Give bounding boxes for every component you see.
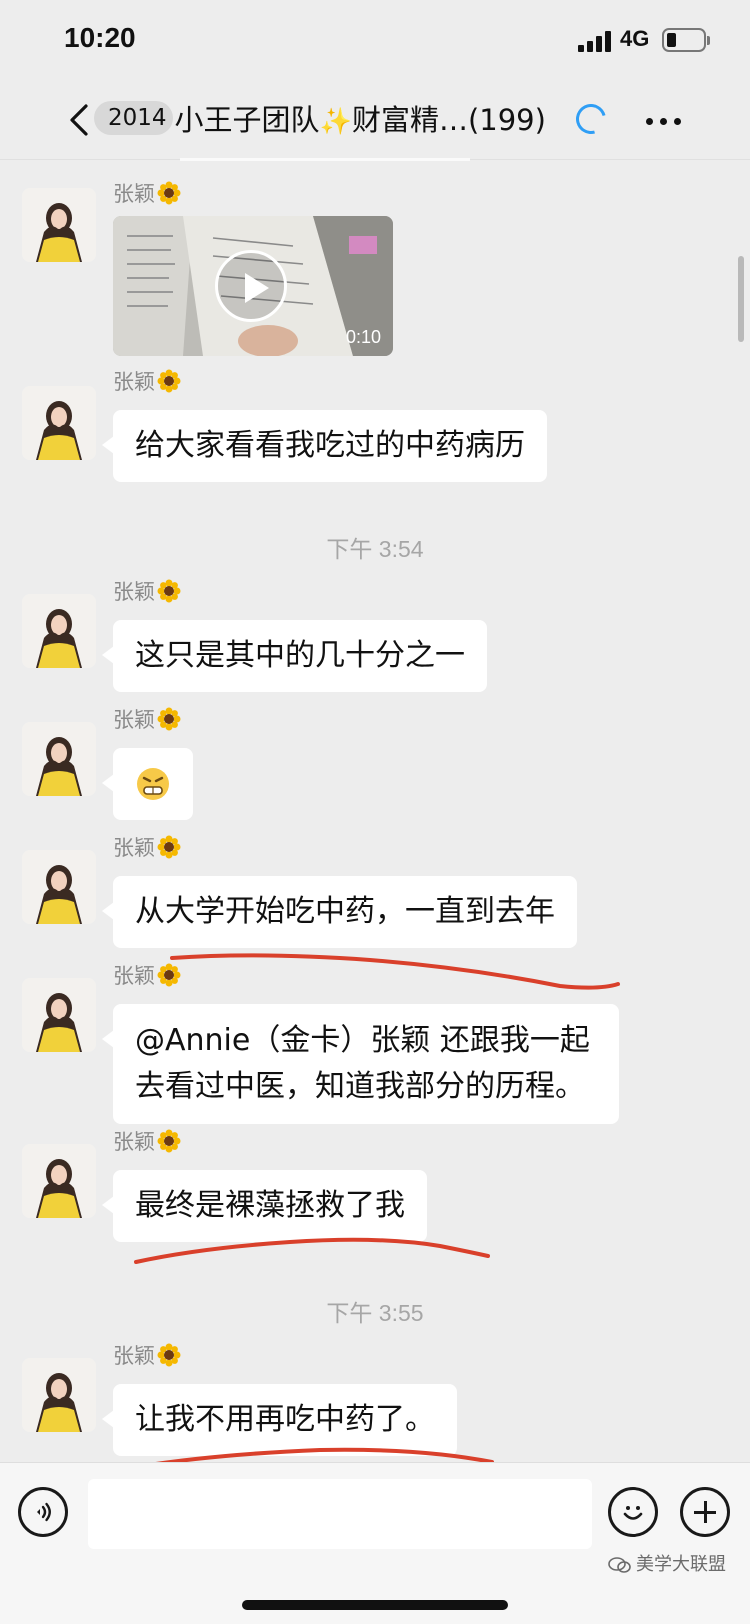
avatar-image (22, 1144, 96, 1218)
message-bubble[interactable]: 给大家看看我吃过的中药病历 (102, 410, 547, 482)
sender-name: 张颖 (113, 366, 181, 398)
emoji-button[interactable] (608, 1487, 658, 1537)
network-type: 4G (620, 26, 650, 51)
message-input[interactable] (88, 1479, 592, 1549)
watermark: 美学大联盟 (608, 1550, 726, 1576)
divider (180, 158, 470, 161)
sender-name: 张颖 (113, 832, 181, 864)
sunflower-icon (157, 707, 181, 736)
chevron-left-icon (70, 104, 88, 136)
video-message[interactable]: 0:10 (113, 216, 393, 356)
chat-title[interactable]: 2014 小王子团队✨财富精…(199) (94, 94, 546, 142)
message-bubble[interactable]: 这只是其中的几十分之一 (102, 620, 487, 692)
sender-name: 张颖 (113, 960, 181, 992)
sunflower-icon (157, 835, 181, 864)
smiley-icon (623, 1506, 643, 1520)
battery-icon (662, 28, 710, 52)
message-bubble[interactable]: @Annie（金卡）张颖 还跟我一起去看过中医，知道我部分的历程。 (102, 1004, 619, 1124)
sparkles-icon: ✨ (319, 107, 352, 137)
avatar-image (22, 188, 96, 262)
loading-spinner-icon (570, 98, 612, 140)
timestamp: 下午 3:55 (326, 1300, 424, 1326)
avatar-image (22, 386, 96, 460)
unread-count-badge: 2014 (94, 101, 173, 135)
avatar[interactable] (22, 722, 96, 796)
play-icon[interactable] (215, 250, 287, 322)
avatar[interactable] (22, 594, 96, 668)
avatar[interactable] (22, 188, 96, 262)
avatar-image (22, 1358, 96, 1432)
underline-1 (170, 953, 620, 990)
home-indicator[interactable] (242, 1600, 508, 1610)
chat-header: 2014 小王子团队✨财富精…(199) (0, 80, 750, 160)
message-bubble[interactable] (102, 748, 193, 820)
more-options-button[interactable] (646, 118, 682, 126)
avatar[interactable] (22, 386, 96, 460)
video-duration: 0:10 (345, 327, 381, 347)
status-time: 10:20 (64, 22, 136, 53)
sunflower-icon (157, 369, 181, 398)
sunflower-icon (157, 1343, 181, 1372)
sunflower-icon (157, 963, 181, 992)
back-button[interactable] (66, 102, 92, 138)
sender-name: 张颖 (113, 178, 181, 210)
voice-icon (37, 1502, 51, 1522)
scrollbar[interactable] (738, 256, 744, 342)
avatar-image (22, 850, 96, 924)
grimace-emoji-icon (137, 768, 169, 800)
group-name-main: 小王子团队 (174, 103, 320, 137)
timestamp: 下午 3:54 (326, 536, 424, 562)
group-name: 小王子团队✨财富精…(199) (175, 97, 546, 139)
avatar-image (22, 722, 96, 796)
sunflower-icon (157, 1129, 181, 1158)
sender-name: 张颖 (113, 576, 181, 608)
voice-input-button[interactable] (18, 1487, 68, 1537)
avatar[interactable] (22, 850, 96, 924)
sender-name: 张颖 (113, 1340, 181, 1372)
sunflower-icon (157, 181, 181, 210)
signal-icon (578, 30, 612, 52)
sunflower-icon (157, 579, 181, 608)
message-bubble[interactable]: 从大学开始吃中药，一直到去年 (102, 876, 577, 948)
sender-name: 张颖 (113, 1126, 181, 1158)
avatar[interactable] (22, 1358, 96, 1432)
message-bubble[interactable]: 让我不用再吃中药了。 (102, 1384, 457, 1456)
avatar-image (22, 594, 96, 668)
wechat-icon (608, 1557, 631, 1573)
underline-2 (134, 1237, 490, 1264)
avatar[interactable] (22, 1144, 96, 1218)
sender-name: 张颖 (113, 704, 181, 736)
group-name-tail: 财富精…(199) (351, 103, 546, 137)
more-actions-button[interactable] (680, 1487, 730, 1537)
avatar-image (22, 978, 96, 1052)
status-bar: 10:20 4G (0, 0, 750, 80)
message-bubble[interactable]: 最终是裸藻拯救了我 (102, 1170, 427, 1242)
avatar[interactable] (22, 978, 96, 1052)
